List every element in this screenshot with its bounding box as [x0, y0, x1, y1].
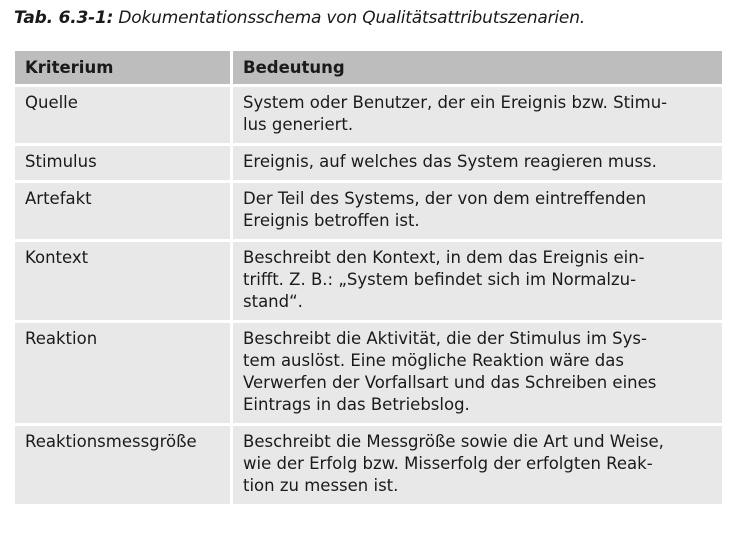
cell-bedeutung: Ereignis, auf welches das System reagier… — [233, 146, 722, 183]
documentation-schema-table: Kriterium Bedeutung Quelle System oder B… — [15, 51, 722, 504]
cell-bedeutung: Beschreibt die Aktivität, die der Stimul… — [233, 323, 722, 426]
cell-line: tem auslöst. Eine mögliche Reaktion wäre… — [243, 351, 624, 370]
cell-kriterium: Stimulus — [15, 146, 233, 183]
cell-line: Beschreibt den Kontext, in dem das Ereig… — [243, 248, 645, 267]
table-header-row: Kriterium Bedeutung — [15, 51, 722, 87]
table-row: Reaktion Beschreibt die Aktivität, die d… — [15, 323, 722, 426]
table-row: Stimulus Ereignis, auf welches das Syste… — [15, 146, 722, 183]
cell-bedeutung: Beschreibt den Kontext, in dem das Ereig… — [233, 242, 722, 323]
table-row: Reaktionsmessgröße Beschreibt die Messgr… — [15, 426, 722, 504]
table-caption: Tab. 6.3-1: Dokumentationsschema von Qua… — [14, 8, 585, 28]
column-header-bedeutung: Bedeutung — [233, 51, 722, 87]
cell-line: Der Teil des Systems, der von dem eintre… — [243, 189, 647, 208]
cell-line: wie der Erfolg bzw. Misserfolg der erfol… — [243, 454, 653, 473]
cell-line: System oder Benutzer, der ein Ereignis b… — [243, 93, 668, 112]
table-caption-label: Tab. 6.3-1: — [14, 8, 114, 28]
cell-line: trifft. Z. B.: „System befindet sich im … — [243, 270, 637, 289]
cell-kriterium: Reaktionsmessgröße — [15, 426, 233, 504]
cell-line: Beschreibt die Messgröße sowie die Art u… — [243, 432, 664, 451]
cell-line: Ereignis, auf welches das System reagier… — [243, 152, 657, 171]
cell-line: stand“. — [243, 292, 303, 311]
cell-line: Verwerfen der Vorfallsart und das Schrei… — [243, 373, 657, 392]
table-row: Kontext Beschreibt den Kontext, in dem d… — [15, 242, 722, 323]
cell-line: Beschreibt die Aktivität, die der Stimul… — [243, 329, 647, 348]
cell-kriterium: Kontext — [15, 242, 233, 323]
cell-line: Ereignis betroffen ist. — [243, 211, 420, 230]
cell-bedeutung: System oder Benutzer, der ein Ereignis b… — [233, 87, 722, 146]
cell-line: lus generiert. — [243, 115, 354, 134]
cell-line: tion zu messen ist. — [243, 476, 399, 495]
cell-bedeutung: Beschreibt die Messgröße sowie die Art u… — [233, 426, 722, 504]
cell-bedeutung: Der Teil des Systems, der von dem eintre… — [233, 183, 722, 242]
cell-kriterium: Artefakt — [15, 183, 233, 242]
table-row: Artefakt Der Teil des Systems, der von d… — [15, 183, 722, 242]
cell-line: Eintrags in das Betriebslog. — [243, 395, 470, 414]
cell-kriterium: Quelle — [15, 87, 233, 146]
table-caption-text: Dokumentationsschema von Qualitätsattrib… — [113, 8, 585, 28]
column-header-kriterium: Kriterium — [15, 51, 233, 87]
table-row: Quelle System oder Benutzer, der ein Ere… — [15, 87, 722, 146]
cell-kriterium: Reaktion — [15, 323, 233, 426]
